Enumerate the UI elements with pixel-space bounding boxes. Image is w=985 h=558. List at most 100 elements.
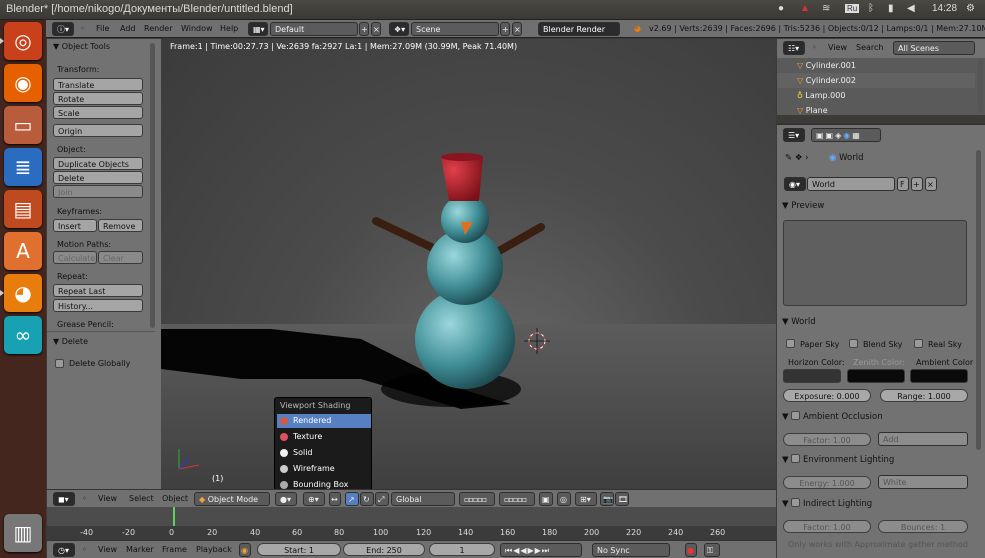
- end-frame-field[interactable]: End: 250: [343, 543, 425, 556]
- clear-button[interactable]: Clear: [98, 251, 143, 264]
- repeat-last-button[interactable]: Repeat Last: [53, 284, 143, 297]
- world-name-field[interactable]: World: [807, 177, 895, 191]
- pivot-point-button[interactable]: ⊕▾: [303, 492, 325, 506]
- snap-element-button[interactable]: ⊞▾: [575, 492, 597, 506]
- object-tools-header[interactable]: ▼ Object Tools: [53, 42, 110, 51]
- impress-icon[interactable]: ▤: [4, 190, 42, 228]
- outliner-row[interactable]: ♁ Lamp.000: [777, 88, 975, 103]
- warning-icon[interactable]: ▲: [800, 3, 810, 14]
- exposure-field[interactable]: Exposure: 0.000: [783, 389, 871, 402]
- battery-icon[interactable]: ▮: [888, 3, 894, 14]
- add-layout-button[interactable]: +: [359, 22, 369, 36]
- trash-icon[interactable]: ▥: [4, 514, 42, 552]
- menu-select[interactable]: Select: [129, 492, 154, 506]
- remove-keyframe-button[interactable]: Remove: [98, 219, 143, 232]
- range-field[interactable]: Range: 1.000: [880, 389, 968, 402]
- menu-add[interactable]: Add: [120, 22, 136, 36]
- indirect-bounces-field[interactable]: Bounces: 1: [878, 520, 968, 533]
- menu-object[interactable]: Object: [162, 492, 188, 506]
- ao-panel-header[interactable]: ▼ Ambient Occlusion: [782, 410, 883, 425]
- blender-icon[interactable]: ◕: [0, 274, 42, 312]
- menu-marker[interactable]: Marker: [126, 543, 154, 557]
- fake-user-button[interactable]: F: [897, 177, 909, 191]
- record-icon[interactable]: ●: [685, 543, 697, 557]
- editor-type-button[interactable]: ◼▾: [53, 492, 75, 506]
- settings-gear-icon[interactable]: ⚙: [966, 3, 975, 14]
- editor-type-button[interactable]: ☰▾: [783, 128, 805, 142]
- current-frame-field[interactable]: 1: [429, 543, 495, 556]
- new-world-button[interactable]: +: [911, 177, 923, 191]
- menu-view[interactable]: View: [828, 41, 847, 55]
- layers-group-2[interactable]: ▫▫▫▫▫: [499, 492, 535, 506]
- ao-factor-field[interactable]: Factor: 1.00: [783, 433, 871, 446]
- layers-group-1[interactable]: ▫▫▫▫▫: [459, 492, 495, 506]
- remove-scene-button[interactable]: ×: [512, 22, 522, 36]
- shading-rendered-item[interactable]: Rendered: [277, 414, 371, 428]
- insert-keyframe-button[interactable]: Insert: [53, 219, 97, 232]
- origin-button[interactable]: Origin: [53, 124, 143, 137]
- env-lighting-header[interactable]: ▼ Environment Lighting: [782, 453, 894, 468]
- indirect-lighting-header[interactable]: ▼ Indirect Lighting: [782, 497, 872, 512]
- start-frame-field[interactable]: Start: 1: [257, 543, 341, 556]
- dash-icon[interactable]: ◎: [0, 22, 42, 60]
- editor-type-button[interactable]: ⓘ▾: [52, 22, 74, 36]
- skype-icon[interactable]: ●: [778, 3, 784, 14]
- software-center-icon[interactable]: A: [4, 232, 42, 270]
- remove-layout-button[interactable]: ×: [371, 22, 381, 36]
- world-panel-header[interactable]: ▼ World: [782, 315, 816, 330]
- preview-panel-header[interactable]: ▼ Preview: [782, 199, 824, 214]
- menu-view[interactable]: View: [98, 492, 117, 506]
- 3d-cursor[interactable]: [524, 328, 550, 354]
- mode-selector[interactable]: ◆ Object Mode: [194, 492, 270, 506]
- manipulator-toggle[interactable]: ↔: [329, 492, 341, 506]
- layout-icon[interactable]: ▦▾: [248, 22, 268, 36]
- menu-file[interactable]: File: [96, 22, 109, 36]
- menu-search[interactable]: Search: [856, 41, 883, 55]
- translate-manipulator[interactable]: ↗: [345, 492, 359, 506]
- layout-selector[interactable]: Default: [270, 22, 358, 36]
- shading-wireframe-item[interactable]: Wireframe: [277, 462, 371, 476]
- scene-icon[interactable]: ❖▾: [389, 22, 409, 36]
- preview-range-icon[interactable]: ◉: [239, 543, 251, 557]
- shading-solid-item[interactable]: Solid: [277, 446, 371, 460]
- render-still-icon[interactable]: 📷: [600, 492, 614, 506]
- timeline[interactable]: -40 -20 0 20 40 60 80 100 120 140 160 18…: [47, 507, 776, 540]
- sync-mode-selector[interactable]: No Sync: [592, 543, 670, 557]
- collapse-icon[interactable]: ◦: [812, 41, 817, 55]
- menu-view[interactable]: View: [98, 543, 117, 557]
- paper-sky-checkbox[interactable]: [786, 339, 795, 348]
- horizon-color-swatch[interactable]: [783, 369, 841, 383]
- delete-globally-checkbox[interactable]: [55, 359, 64, 368]
- collapse-icon[interactable]: ◦: [80, 22, 85, 36]
- outliner-row[interactable]: ▽ Cylinder.001: [777, 58, 975, 73]
- add-scene-button[interactable]: +: [500, 22, 510, 36]
- arduino-icon[interactable]: ∞: [4, 316, 42, 354]
- menu-render[interactable]: Render: [144, 22, 172, 36]
- editor-type-button[interactable]: ☷▾: [783, 41, 805, 55]
- translate-button[interactable]: Translate: [53, 78, 143, 91]
- volume-icon[interactable]: ◀: [907, 3, 915, 14]
- orientation-selector[interactable]: Global: [391, 492, 455, 506]
- collapse-icon[interactable]: ◦: [82, 543, 87, 557]
- scene-selector[interactable]: Scene: [411, 22, 499, 36]
- collapse-icon[interactable]: ◦: [82, 492, 87, 506]
- join-button[interactable]: Join: [53, 185, 143, 198]
- menu-playback[interactable]: Playback: [196, 543, 232, 557]
- indirect-lighting-checkbox[interactable]: [791, 498, 801, 507]
- rotate-manipulator[interactable]: ↻: [360, 492, 374, 506]
- playback-controls[interactable]: ⏮◀◀▶▶⏭: [500, 543, 582, 557]
- menu-help[interactable]: Help: [220, 22, 238, 36]
- history-button[interactable]: History...: [53, 299, 143, 312]
- keyboard-layout-indicator[interactable]: Ru: [845, 4, 860, 13]
- delete-panel-header[interactable]: ▼ Delete: [53, 337, 88, 346]
- scale-button[interactable]: Scale: [53, 106, 143, 119]
- pin-icon[interactable]: ✎ ❖ ›: [785, 151, 809, 166]
- indirect-factor-field[interactable]: Factor: 1.00: [783, 520, 871, 533]
- proportional-edit-icon[interactable]: ◎: [557, 492, 571, 506]
- properties-scrollbar[interactable]: [976, 150, 981, 450]
- layer-lock-icon[interactable]: ▣: [539, 492, 553, 506]
- shading-texture-item[interactable]: Texture: [277, 430, 371, 444]
- context-tabs[interactable]: ▣▣◈◉▦: [811, 128, 881, 142]
- env-color-selector[interactable]: White: [878, 475, 968, 489]
- viewport-shading-button[interactable]: ●▾: [275, 492, 297, 506]
